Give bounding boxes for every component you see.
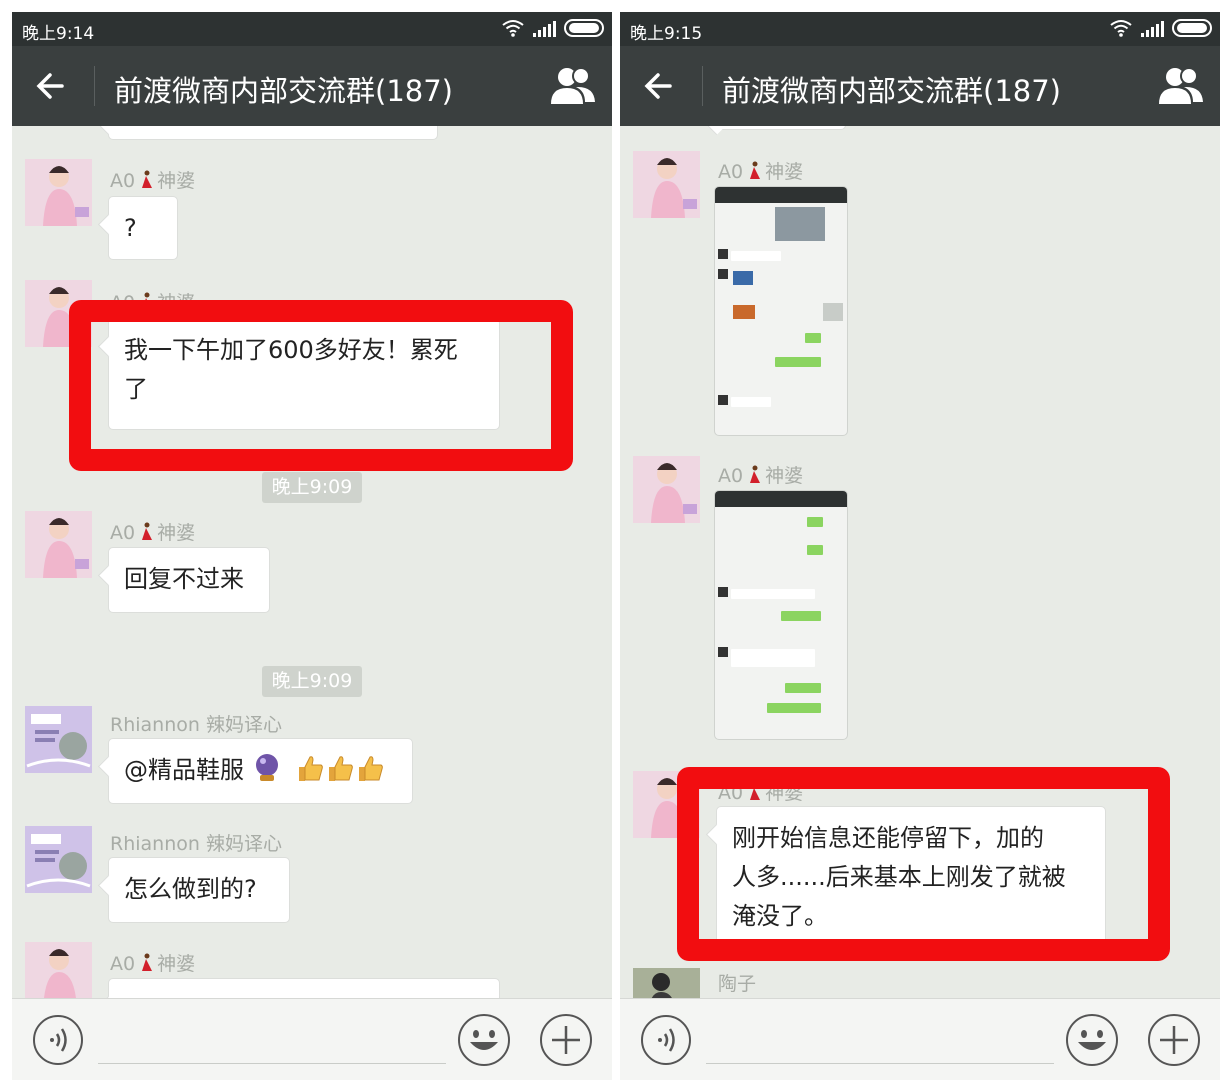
message-list[interactable]: A0 神婆 ? A0 神婆 我一下午加了600多好友！累死 了 晚上9:09 A0 神… bbox=[12, 126, 612, 998]
sender-name: Rhiannon 辣妈译心 bbox=[110, 833, 282, 855]
dancer-emoji-icon bbox=[750, 161, 761, 179]
timestamp: 晚上9:09 bbox=[262, 472, 362, 503]
message-input[interactable] bbox=[98, 1063, 446, 1064]
dancer-emoji-icon bbox=[142, 522, 153, 540]
plus-icon[interactable] bbox=[1146, 1012, 1202, 1068]
status-time: 晚上9:15 bbox=[630, 24, 703, 44]
avatar[interactable] bbox=[633, 151, 700, 218]
chat-title-bar: 前渡微商内部交流群(187) bbox=[12, 46, 612, 126]
message-bubble-partial bbox=[716, 126, 846, 130]
voice-icon[interactable] bbox=[32, 1014, 84, 1066]
message-text: @精品鞋服 bbox=[124, 756, 244, 784]
group-members-icon[interactable] bbox=[1156, 64, 1206, 108]
sender-name: A0 神婆 bbox=[718, 161, 804, 183]
title-divider bbox=[702, 66, 703, 106]
status-bar: 晚上9:14 bbox=[12, 12, 612, 46]
chat-title-bar: 前渡微商内部交流群(187) bbox=[620, 46, 1220, 126]
image-message-screenshot[interactable] bbox=[714, 186, 848, 436]
red-highlight-box bbox=[69, 300, 573, 471]
emoji-icon[interactable] bbox=[1064, 1012, 1120, 1068]
message-text: ? bbox=[124, 214, 137, 242]
message-input[interactable] bbox=[706, 1063, 1054, 1064]
avatar[interactable] bbox=[633, 456, 700, 523]
input-bar bbox=[12, 998, 612, 1080]
sender-name: A0 神婆 bbox=[110, 522, 196, 544]
right-phone-screen: 晚上9:15 前渡微商内部交流群(187) A0 神婆 A0 神婆 A0 神婆 … bbox=[620, 12, 1220, 1080]
signal-icon bbox=[1141, 19, 1164, 37]
thumbs-up-icon bbox=[329, 756, 354, 781]
title-divider bbox=[94, 66, 95, 106]
voice-icon[interactable] bbox=[640, 1014, 692, 1066]
status-bar: 晚上9:15 bbox=[620, 12, 1220, 46]
chat-title: 前渡微商内部交流群(187) bbox=[722, 74, 1061, 108]
dancer-emoji-icon bbox=[750, 465, 761, 483]
thumbs-up-icon bbox=[359, 756, 384, 781]
dancer-emoji-icon bbox=[142, 170, 153, 188]
emoji-icon[interactable] bbox=[456, 1012, 512, 1068]
sender-name: Rhiannon 辣妈译心 bbox=[110, 714, 282, 736]
avatar[interactable] bbox=[633, 968, 700, 998]
chat-title: 前渡微商内部交流群(187) bbox=[114, 74, 453, 108]
back-arrow-icon[interactable] bbox=[32, 66, 72, 106]
sender-name: 陶子 bbox=[718, 973, 757, 995]
dancer-emoji-icon bbox=[142, 953, 153, 971]
message-bubble[interactable]: ? bbox=[108, 196, 178, 260]
avatar[interactable] bbox=[25, 159, 92, 226]
avatar[interactable] bbox=[25, 706, 92, 773]
battery-icon bbox=[1172, 19, 1212, 37]
wifi-icon bbox=[502, 20, 524, 37]
message-bubble[interactable]: 怎么做到的? bbox=[108, 857, 290, 923]
input-bar bbox=[620, 998, 1220, 1080]
image-message-screenshot[interactable] bbox=[714, 490, 848, 740]
avatar[interactable] bbox=[25, 826, 92, 893]
wifi-icon bbox=[1110, 20, 1132, 37]
thumbs-up-icon bbox=[299, 756, 324, 781]
message-list[interactable]: A0 神婆 A0 神婆 A0 神婆 刚开始信息还能停留下，加的 人多......… bbox=[620, 126, 1220, 998]
battery-icon bbox=[564, 19, 604, 37]
message-text: 怎么做到的? bbox=[124, 875, 257, 903]
sender-name: A0 神婆 bbox=[110, 953, 196, 975]
crystal-ball-icon bbox=[255, 754, 278, 781]
sender-name: A0 神婆 bbox=[718, 465, 804, 487]
message-bubble[interactable]: @精品鞋服 bbox=[108, 738, 413, 804]
back-arrow-icon[interactable] bbox=[640, 66, 680, 106]
plus-icon[interactable] bbox=[538, 1012, 594, 1068]
status-time: 晚上9:14 bbox=[22, 24, 95, 44]
signal-icon bbox=[533, 19, 556, 37]
sender-name: A0 神婆 bbox=[110, 170, 196, 192]
message-bubble-partial[interactable] bbox=[108, 978, 500, 998]
message-bubble[interactable]: 回复不过来 bbox=[108, 547, 270, 613]
group-members-icon[interactable] bbox=[548, 64, 598, 108]
message-text: 回复不过来 bbox=[124, 565, 244, 593]
message-bubble-partial bbox=[108, 126, 438, 140]
avatar[interactable] bbox=[25, 511, 92, 578]
left-phone-screen: 晚上9:14 前渡微商内部交流群(187) A0 神婆 ? A0 神婆 我一下午加了… bbox=[12, 12, 612, 1080]
avatar[interactable] bbox=[25, 942, 92, 998]
red-highlight-box bbox=[677, 767, 1170, 961]
timestamp: 晚上9:09 bbox=[262, 666, 362, 697]
